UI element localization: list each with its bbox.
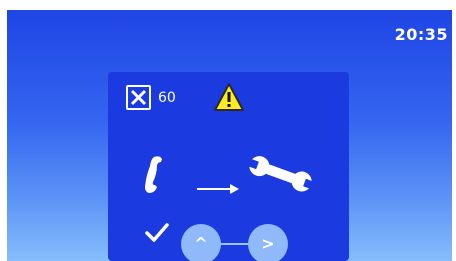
close-box-icon [126,85,151,110]
nav-up-button[interactable]: ^ [181,224,221,261]
timer-value: 60 [158,90,176,106]
phone-handset-icon [142,154,170,200]
warning-triangle-icon [212,81,246,117]
nav-next-button[interactable]: > [248,224,288,261]
clock-time: 20:35 [394,25,448,44]
display-screen: 20:35 60 ^ > [7,10,452,261]
arrow-right-icon [196,180,240,199]
message-panel: 60 ^ > [108,72,349,261]
wrench-icon [244,155,318,197]
checkmark-icon [145,223,169,247]
